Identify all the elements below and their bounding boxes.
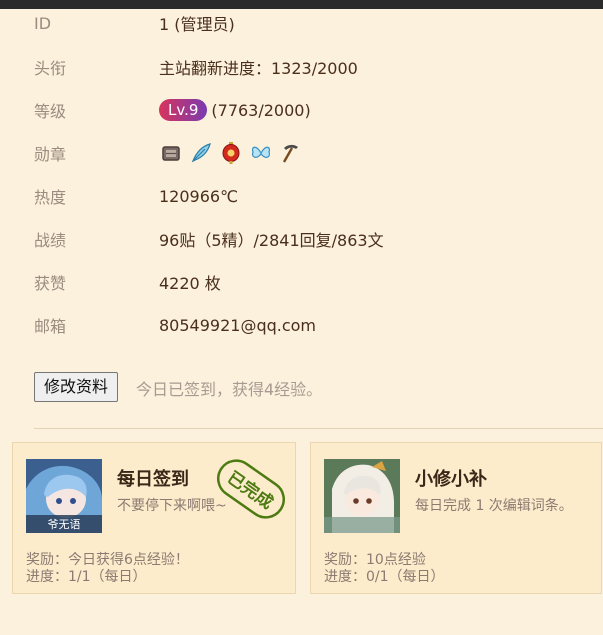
- title-link[interactable]: 主站翻新进度：1323/2000: [159, 55, 358, 79]
- record-value: 96贴（5精）/2841回复/863文: [159, 231, 384, 250]
- level-badge: Lv.9: [159, 99, 208, 121]
- avatar: [324, 459, 400, 533]
- id-value: 1 (管理员): [159, 15, 235, 34]
- edit-profile-button[interactable]: 修改资料: [34, 372, 119, 402]
- record-label: 战绩: [34, 231, 67, 250]
- email-label: 邮箱: [34, 317, 67, 336]
- likes-label: 获赞: [34, 274, 67, 293]
- level-value: Lv.9 (7763/2000): [159, 99, 311, 121]
- sign-in-note: 今日已签到，获得4经验。: [136, 380, 323, 399]
- completed-stamp: 已完成: [217, 459, 285, 519]
- avatar-caption: 爷无语: [48, 517, 81, 531]
- stamp-text: 已完成: [223, 467, 277, 513]
- heat-label: 热度: [34, 188, 67, 207]
- avatar: 爷无语: [26, 459, 102, 533]
- chest-medal-icon[interactable]: [159, 141, 183, 165]
- lantern-medal-icon[interactable]: [219, 141, 243, 165]
- heat-value: 120966℃: [159, 186, 239, 206]
- task-title: 小修小补: [415, 469, 487, 490]
- task-card-small-edit[interactable]: 小修小补 每日完成 1 次编辑词条。 奖励：10点经验 进度：0/1（每日）: [310, 442, 602, 594]
- medals-label: 勋章: [34, 145, 67, 164]
- level-exp: (7763/2000): [211, 100, 311, 120]
- task-card-daily-signin[interactable]: 爷无语 每日签到 不要停下来啊喂~ 已完成 奖励：今日获得6点经验！ 进度：1/…: [12, 442, 296, 594]
- pickaxe-medal-icon[interactable]: [279, 141, 303, 165]
- title-label: 头衔: [34, 59, 67, 78]
- divider: [34, 428, 603, 429]
- butterfly-medal-icon[interactable]: [249, 141, 273, 165]
- email-value: 80549921@qq.com: [159, 315, 317, 335]
- feather-medal-icon[interactable]: [189, 141, 213, 165]
- id-label: ID: [34, 13, 52, 33]
- task-progress: 进度：1/1（每日）: [26, 569, 147, 585]
- task-progress: 进度：0/1（每日）: [324, 569, 445, 585]
- medals-list: [159, 141, 309, 165]
- level-label: 等级: [34, 102, 67, 121]
- task-title: 每日签到: [117, 469, 189, 490]
- likes-value: 4220 枚: [159, 274, 221, 293]
- top-bar: [0, 0, 603, 9]
- task-desc: 每日完成 1 次编辑词条。: [415, 498, 573, 514]
